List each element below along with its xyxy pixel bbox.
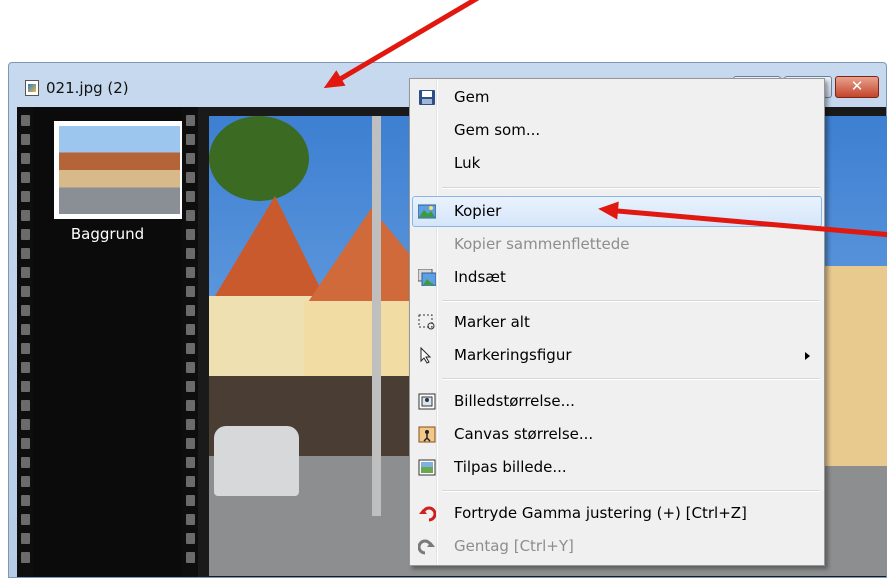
- menu-item-selection-shape[interactable]: Markeringsfigur: [412, 340, 822, 371]
- layers-panel: Baggrund: [33, 107, 185, 577]
- menu-item-label: Kopier: [454, 202, 502, 220]
- menu-item-label: Gem: [454, 88, 490, 106]
- menu-item-redo[interactable]: Gentag [Ctrl+Y]: [412, 531, 822, 562]
- menu-item-save-as[interactable]: Gem som...: [412, 115, 822, 146]
- menu-separator: [442, 187, 820, 189]
- menu-item-fit-image[interactable]: Tilpas billede...: [412, 452, 822, 483]
- undo-icon: [419, 506, 436, 522]
- redo-icon: [418, 539, 435, 555]
- menu-item-label: Marker alt: [454, 313, 530, 331]
- menu-item-label: Billedstørrelse...: [454, 392, 575, 410]
- close-button[interactable]: ✕: [835, 76, 879, 98]
- canvas-size-icon: [418, 426, 436, 443]
- filmstrip-left: [17, 107, 33, 577]
- menu-item-paste[interactable]: Indsæt: [412, 262, 822, 293]
- window-title: 021.jpg (2): [46, 79, 129, 97]
- menu-item-select-all[interactable]: Marker alt: [412, 307, 822, 338]
- menu-item-label: Markeringsfigur: [454, 346, 572, 364]
- menu-separator: [442, 300, 820, 302]
- menu-item-save[interactable]: Gem: [412, 82, 822, 113]
- photo-roof: [209, 196, 329, 306]
- layer-thumbnail[interactable]: [54, 121, 185, 219]
- floppy-disk-icon: [419, 90, 435, 105]
- cursor-arrow-icon: [420, 347, 432, 364]
- context-menu: Gem Gem som... Luk Kopier Kopier sammenf…: [409, 78, 825, 566]
- fit-image-icon: [418, 459, 436, 476]
- menu-item-canvas-size[interactable]: Canvas størrelse...: [412, 419, 822, 450]
- menu-item-label: Gentag [Ctrl+Y]: [454, 537, 574, 555]
- menu-item-close[interactable]: Luk: [412, 148, 822, 179]
- image-size-icon: [418, 393, 436, 410]
- paste-image-icon: [418, 269, 436, 286]
- menu-item-label: Luk: [454, 154, 481, 172]
- menu-item-label: Indsæt: [454, 268, 506, 286]
- photo-car: [214, 426, 299, 496]
- menu-item-copy-merged[interactable]: Kopier sammenflettede: [412, 229, 822, 260]
- submenu-arrow-icon: [805, 352, 810, 360]
- menu-item-label: Fortryde Gamma justering (+) [Ctrl+Z]: [454, 504, 747, 522]
- copy-image-icon: [418, 204, 436, 219]
- menu-item-label: Gem som...: [454, 121, 541, 139]
- menu-item-undo[interactable]: Fortryde Gamma justering (+) [Ctrl+Z]: [412, 498, 822, 529]
- photo-lamp-pole: [372, 116, 381, 516]
- layer-thumbnail-image: [59, 126, 180, 214]
- image-file-icon: [25, 80, 39, 96]
- select-all-icon: [418, 314, 435, 330]
- menu-separator: [442, 378, 820, 380]
- filmstrip-right: [182, 107, 198, 577]
- layer-name[interactable]: Baggrund: [33, 225, 182, 243]
- menu-item-image-size[interactable]: Billedstørrelse...: [412, 386, 822, 417]
- menu-separator: [442, 490, 820, 492]
- photo-tree: [209, 116, 309, 201]
- menu-item-label: Kopier sammenflettede: [454, 235, 630, 253]
- menu-item-label: Canvas størrelse...: [454, 425, 594, 443]
- menu-item-label: Tilpas billede...: [454, 458, 567, 476]
